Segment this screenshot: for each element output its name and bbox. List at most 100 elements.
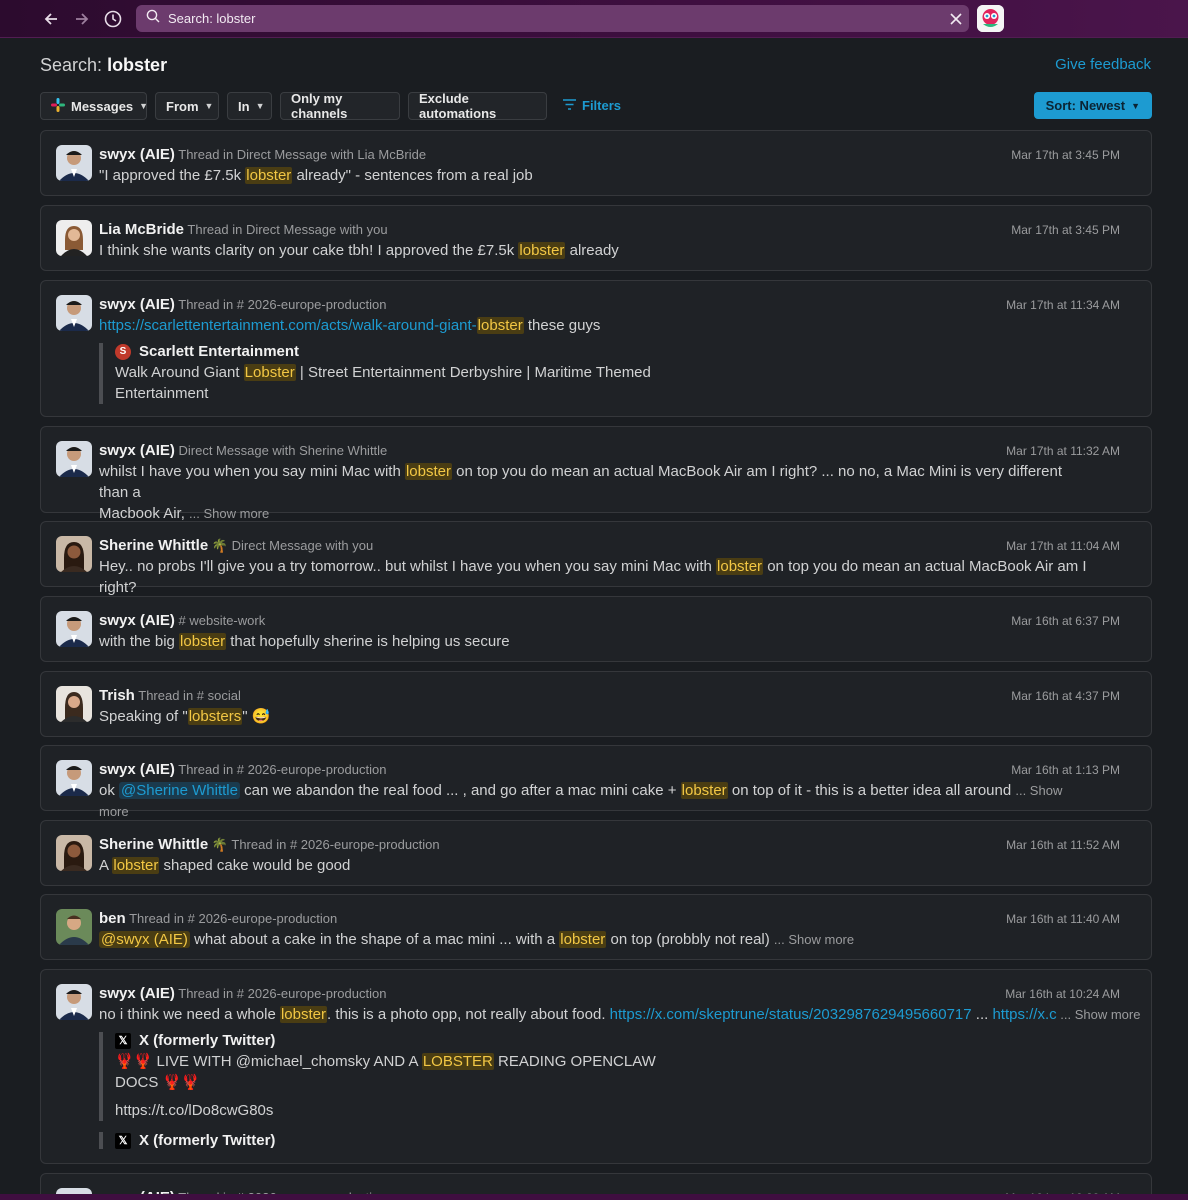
timestamp[interactable]: Mar 16th at 4:37 PM	[1011, 689, 1120, 703]
messages-filter-button[interactable]: Messages ▼	[40, 92, 149, 120]
author-name[interactable]: swyx (AIE)	[99, 612, 175, 629]
channel-name[interactable]: 2026-europe-production	[248, 297, 387, 312]
author-name[interactable]: swyx (AIE)	[99, 146, 175, 163]
avatar[interactable]	[56, 909, 92, 945]
channel-hash-icon: #	[187, 911, 195, 926]
channel-name[interactable]: 2026-europe-production	[248, 986, 387, 1001]
message-text: "I approved the £7.5k lobster already" -…	[99, 165, 1089, 186]
channel-hash-icon: #	[236, 762, 245, 777]
channel-name[interactable]: social	[208, 688, 241, 703]
search-query-text[interactable]: Search: lobster	[168, 11, 943, 26]
sort-button[interactable]: Sort: Newest ▼	[1033, 92, 1152, 119]
result-meta: swyx (AIE) Thread in Direct Message with…	[99, 146, 426, 163]
link-preview[interactable]: 𝕏 X (formerly Twitter)	[99, 1132, 659, 1149]
link-preview[interactable]: S Scarlett Entertainment Walk Around Gia…	[99, 343, 659, 404]
avatar[interactable]	[56, 295, 92, 331]
channel-name[interactable]: website-work	[189, 613, 265, 628]
search-bar[interactable]: Search: lobster	[136, 5, 969, 32]
message-link[interactable]: https://x.com/skeptrune/status/203298762…	[610, 1006, 972, 1023]
timestamp[interactable]: Mar 16th at 10:24 AM	[1005, 987, 1120, 1001]
text-part: 🦞🦞 LIVE WITH @michael_chomsky AND A	[115, 1053, 422, 1070]
timestamp[interactable]: Mar 16th at 11:52 AM	[1006, 838, 1120, 852]
timestamp[interactable]: Mar 17th at 3:45 PM	[1011, 223, 1120, 237]
chevron-down-icon: ▼	[139, 101, 149, 111]
result-meta: swyx (AIE) Direct Message with Sherine W…	[99, 442, 387, 459]
only-my-channels-button[interactable]: Only my channels	[280, 91, 400, 121]
search-result[interactable]: Lia McBride Thread in Direct Message wit…	[40, 205, 1152, 271]
preview-link[interactable]: https://t.co/lDo8cwG80s	[115, 1100, 659, 1121]
text-part: on top of it - this is a better idea all…	[727, 782, 1016, 799]
history-clock-icon[interactable]	[102, 8, 124, 30]
give-feedback-link[interactable]: Give feedback	[1055, 56, 1151, 73]
search-result[interactable]: swyx (AIE) Direct Message with Sherine W…	[40, 426, 1152, 522]
search-result[interactable]: Trish Thread in # social Mar 16th at 4:3…	[40, 671, 1152, 737]
message-link[interactable]: https://x.c	[992, 1006, 1056, 1023]
author-name[interactable]: Sherine Whittle	[99, 537, 208, 554]
timestamp[interactable]: Mar 17th at 11:32 AM	[1006, 444, 1120, 458]
search-result[interactable]: Sherine Whittle 🌴 Thread in # 2026-europ…	[40, 820, 1152, 886]
author-name[interactable]: Trish	[99, 687, 135, 704]
user-mention[interactable]: @swyx (AIE)	[99, 931, 190, 948]
exclude-automations-button[interactable]: Exclude automations	[408, 91, 547, 121]
show-more-link[interactable]: ... Show more	[1057, 1007, 1140, 1022]
channel-name[interactable]: 2026-europe-production	[248, 762, 387, 777]
avatar[interactable]	[56, 145, 92, 181]
in-filter-button[interactable]: In ▼	[227, 92, 272, 120]
show-more-link[interactable]: ... Show more	[774, 932, 854, 947]
search-result[interactable]: swyx (AIE) Thread in Direct Message with…	[40, 130, 1152, 196]
timestamp[interactable]: Mar 16th at 11:40 AM	[1006, 912, 1120, 926]
avatar[interactable]	[56, 760, 92, 796]
message-text: A lobster shaped cake would be good	[99, 855, 1089, 876]
slack-logo-icon	[51, 97, 65, 115]
text-part: that hopefully sherine is helping us sec…	[226, 633, 510, 650]
avatar[interactable]	[56, 686, 92, 722]
link-preview[interactable]: 𝕏 X (formerly Twitter) 🦞🦞 LIVE WITH @mic…	[99, 1032, 659, 1121]
clear-search-icon[interactable]	[943, 6, 969, 32]
messages-label: Messages	[71, 98, 134, 114]
timestamp[interactable]: Mar 17th at 11:34 AM	[1006, 298, 1120, 312]
channel-name[interactable]: 2026-europe-production	[198, 911, 337, 926]
workspace-avatar[interactable]	[977, 5, 1004, 32]
avatar[interactable]	[56, 536, 92, 572]
filters-button[interactable]: Filters	[563, 98, 621, 113]
user-mention[interactable]: @Sherine Whittle	[119, 782, 240, 799]
author-name[interactable]: Lia McBride	[99, 221, 184, 238]
top-bar: Search: lobster	[0, 0, 1188, 38]
back-arrow-icon[interactable]	[40, 8, 62, 30]
timestamp[interactable]: Mar 16th at 6:37 PM	[1011, 614, 1120, 628]
search-result[interactable]: swyx (AIE) Thread in # 2026-europe-produ…	[40, 280, 1152, 417]
avatar[interactable]	[56, 835, 92, 871]
author-name[interactable]: swyx (AIE)	[99, 761, 175, 778]
search-result[interactable]: swyx (AIE) Thread in # 2026-europe-produ…	[40, 969, 1152, 1164]
forward-arrow-icon[interactable]	[71, 8, 93, 30]
channel-name[interactable]: 2026-europe-production	[301, 837, 440, 852]
from-filter-button[interactable]: From ▼	[155, 92, 219, 120]
message-link[interactable]: https://scarlettentertainment.com/acts/w…	[99, 317, 524, 334]
search-result[interactable]: ben Thread in # 2026-europe-production M…	[40, 894, 1152, 960]
text-part: "I approved the £7.5k	[99, 167, 246, 184]
avatar[interactable]	[56, 441, 92, 477]
avatar[interactable]	[56, 611, 92, 647]
channel-hash-icon: #	[236, 297, 245, 312]
message-text: Speaking of "lobsters" 😅	[99, 706, 1089, 727]
author-name[interactable]: swyx (AIE)	[99, 985, 175, 1002]
preview-site-name[interactable]: X (formerly Twitter)	[139, 1132, 275, 1149]
timestamp[interactable]: Mar 17th at 3:45 PM	[1011, 148, 1120, 162]
channel-hash-icon: #	[196, 688, 205, 703]
search-result[interactable]: Sherine Whittle 🌴 Direct Message with yo…	[40, 521, 1152, 596]
timestamp[interactable]: Mar 16th at 1:13 PM	[1011, 763, 1120, 777]
search-result[interactable]: swyx (AIE) Thread in # 2026-europe-produ…	[40, 745, 1152, 819]
author-name[interactable]: Sherine Whittle	[99, 836, 208, 853]
preview-site-name[interactable]: X (formerly Twitter)	[139, 1032, 275, 1049]
preview-site-name[interactable]: Scarlett Entertainment	[139, 343, 299, 360]
avatar[interactable]	[56, 220, 92, 256]
search-result[interactable]: swyx (AIE) # website-work Mar 16th at 6:…	[40, 596, 1152, 662]
search-highlight: lobster	[716, 558, 764, 575]
author-name[interactable]: swyx (AIE)	[99, 442, 175, 459]
timestamp[interactable]: Mar 17th at 11:04 AM	[1006, 539, 1120, 553]
show-more-link[interactable]: ... Show more	[189, 506, 269, 521]
chevron-down-icon: ▼	[255, 101, 265, 111]
avatar[interactable]	[56, 984, 92, 1020]
author-name[interactable]: ben	[99, 910, 126, 927]
author-name[interactable]: swyx (AIE)	[99, 296, 175, 313]
